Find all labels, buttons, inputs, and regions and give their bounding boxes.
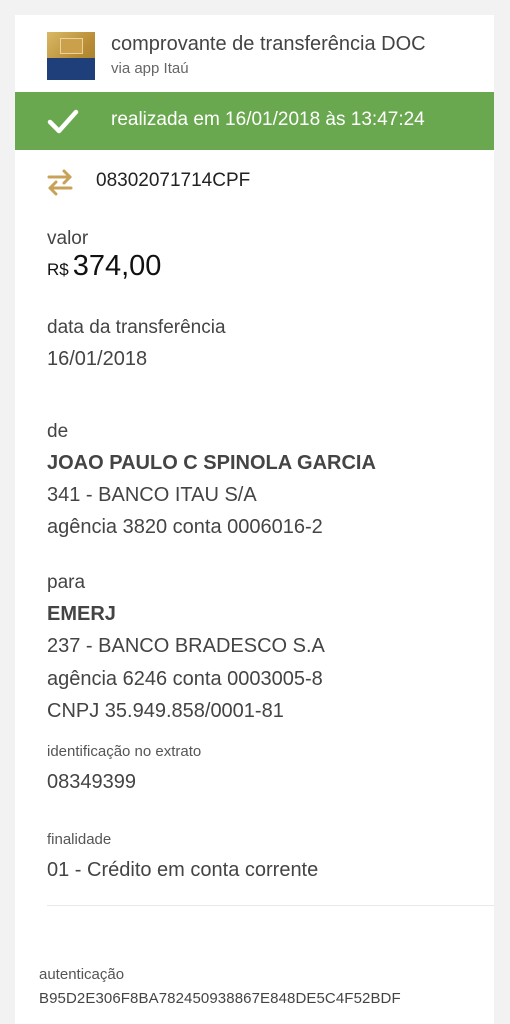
date-label: data da transferência xyxy=(47,317,226,338)
from-bank: 341 - BANCO ITAU S/A xyxy=(47,484,257,506)
to-label: para xyxy=(47,572,86,593)
to-document: CNPJ 35.949.858/0001-81 xyxy=(47,700,284,722)
checkmark-icon xyxy=(47,109,79,134)
to-name: EMERJ xyxy=(47,603,116,625)
purpose-value: 01 - Crédito em conta corrente xyxy=(47,859,319,881)
amount-currency: R$ xyxy=(47,260,69,279)
receipt-subtitle: via app Itaú xyxy=(111,60,189,77)
recipient-key: 08302071714CPF xyxy=(96,170,251,191)
logo-brand-mark xyxy=(60,38,83,54)
from-account: agência 3820 conta 0006016-2 xyxy=(47,516,323,538)
statement-id-label: identificação no extrato xyxy=(47,743,202,760)
date-value: 16/01/2018 xyxy=(47,348,148,370)
statement-id-value: 08349399 xyxy=(47,771,136,793)
authentication-code: B95D2E306F8BA782450938867E848DE5C4F52BDF xyxy=(39,990,401,1007)
receipt-title: comprovante de transferência DOC xyxy=(111,33,426,55)
receipt-header: comprovante de transferência DOC via app… xyxy=(15,15,494,92)
from-name: JOAO PAULO C SPINOLA GARCIA xyxy=(47,452,376,474)
from-label: de xyxy=(47,421,69,442)
logo-band xyxy=(47,58,95,80)
itau-personnalite-logo xyxy=(47,32,95,80)
to-account: agência 6246 conta 0003005-8 xyxy=(47,668,323,690)
transfer-arrows-icon xyxy=(47,169,73,196)
to-bank: 237 - BANCO BRADESCO S.A xyxy=(47,635,325,657)
status-text: realizada em 16/01/2018 às 13:47:24 xyxy=(111,109,425,130)
status-bar: realizada em 16/01/2018 às 13:47:24 xyxy=(15,92,494,150)
amount-value: 374,00 xyxy=(72,250,162,282)
receipt-card: comprovante de transferência DOC via app… xyxy=(15,15,494,1024)
divider xyxy=(47,905,494,906)
amount: R$ 374,00 xyxy=(47,250,161,283)
purpose-label: finalidade xyxy=(47,831,112,848)
amount-label: valor xyxy=(47,228,89,249)
authentication-label: autenticação xyxy=(39,966,125,983)
recipient-key-row: 08302071714CPF xyxy=(15,150,494,212)
